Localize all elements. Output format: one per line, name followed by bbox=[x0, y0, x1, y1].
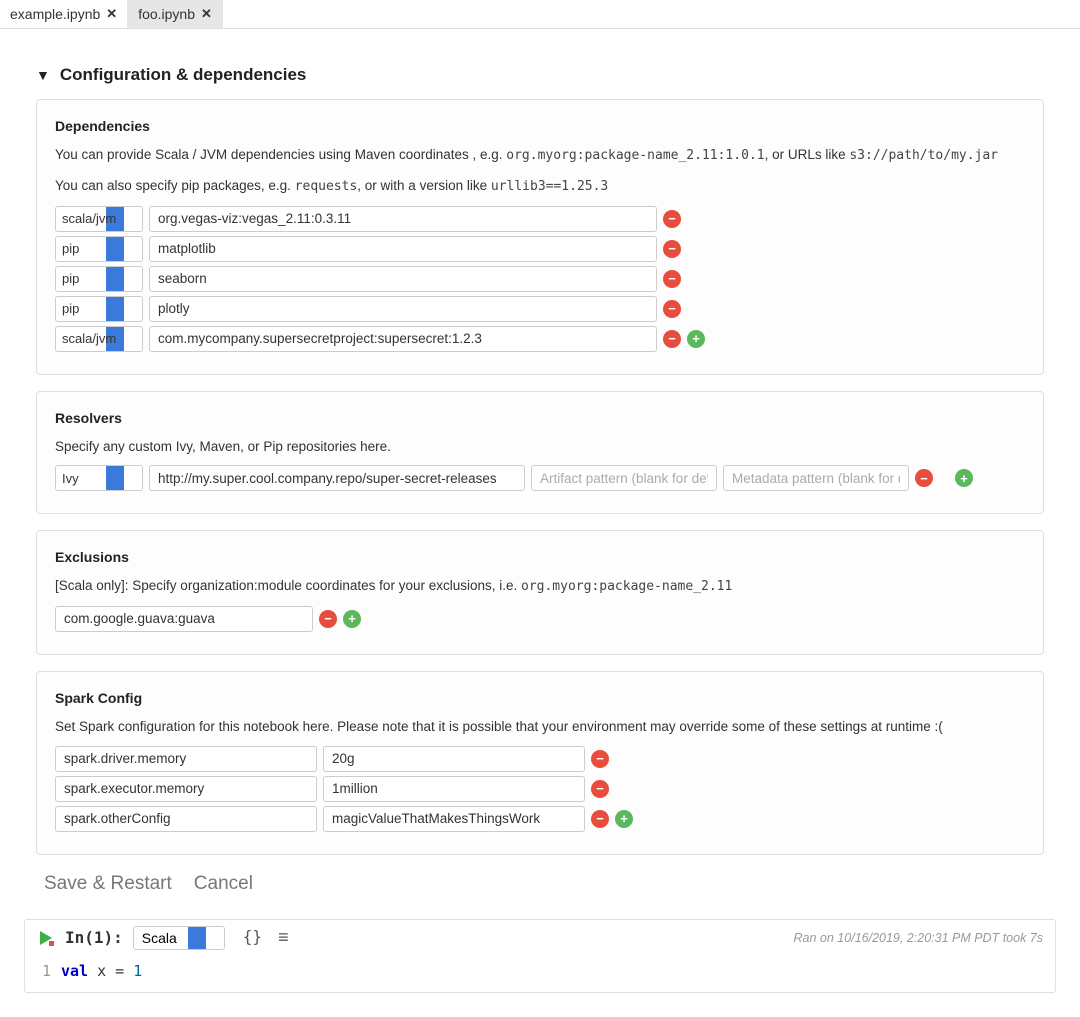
resolvers-title: Resolvers bbox=[55, 410, 1025, 426]
exclusion-input[interactable] bbox=[55, 606, 313, 632]
action-bar: Save & Restart Cancel bbox=[44, 871, 1044, 897]
dependency-value-input[interactable] bbox=[149, 296, 657, 322]
add-icon[interactable]: + bbox=[955, 469, 973, 487]
resolver-metadata-input[interactable] bbox=[723, 465, 909, 491]
cell-prompt: In(1): bbox=[65, 928, 123, 947]
line-number: 1 bbox=[37, 962, 61, 980]
exclusion-row: − + bbox=[55, 606, 1025, 632]
resolvers-panel: Resolvers Specify any custom Ivy, Maven,… bbox=[36, 391, 1044, 515]
dependency-value-input[interactable] bbox=[149, 206, 657, 232]
tab-label: foo.ipynb bbox=[138, 6, 195, 22]
close-icon[interactable]: ✕ bbox=[201, 6, 212, 22]
tab-foo[interactable]: foo.ipynb ✕ bbox=[128, 0, 223, 28]
dependency-type-select[interactable]: pip bbox=[55, 266, 143, 292]
dependency-row: pip − bbox=[55, 236, 1025, 262]
config-section-toggle[interactable]: ▼ Configuration & dependencies bbox=[36, 65, 1044, 85]
run-icon[interactable] bbox=[37, 929, 55, 947]
dependency-row: pip − bbox=[55, 296, 1025, 322]
remove-icon[interactable]: − bbox=[663, 330, 681, 348]
dependency-value-input[interactable] bbox=[149, 266, 657, 292]
spark-value-input[interactable] bbox=[323, 776, 585, 802]
cell-toolbar: In(1): Scala {} ≡ Ran on 10/16/2019, 2:2… bbox=[25, 920, 1055, 956]
dependencies-desc2: You can also specify pip packages, e.g. … bbox=[55, 175, 1025, 198]
remove-icon[interactable]: − bbox=[663, 270, 681, 288]
add-icon[interactable]: + bbox=[343, 610, 361, 628]
remove-icon[interactable]: − bbox=[663, 240, 681, 258]
cell-language-select[interactable]: Scala bbox=[133, 926, 225, 950]
resolver-url-input[interactable] bbox=[149, 465, 525, 491]
spark-row: − bbox=[55, 746, 1025, 772]
code-cell: In(1): Scala {} ≡ Ran on 10/16/2019, 2:2… bbox=[24, 919, 1056, 993]
save-restart-button[interactable]: Save & Restart bbox=[44, 871, 172, 897]
exclusions-desc: [Scala only]: Specify organization:modul… bbox=[55, 575, 1025, 598]
dependency-row: scala/jvm − + bbox=[55, 326, 1025, 352]
spark-key-input[interactable] bbox=[55, 746, 317, 772]
resolver-type-select[interactable]: Ivy bbox=[55, 465, 143, 491]
dependency-value-input[interactable] bbox=[149, 236, 657, 262]
resolver-artifact-input[interactable] bbox=[531, 465, 717, 491]
tab-bar: example.ipynb ✕ foo.ipynb ✕ bbox=[0, 0, 1080, 29]
code-line: val x = 1 bbox=[61, 962, 142, 980]
spark-key-input[interactable] bbox=[55, 806, 317, 832]
dependency-type-select[interactable]: scala/jvm bbox=[55, 326, 143, 352]
spark-row: − bbox=[55, 776, 1025, 802]
spark-value-input[interactable] bbox=[323, 746, 585, 772]
spark-value-input[interactable] bbox=[323, 806, 585, 832]
remove-icon[interactable]: − bbox=[663, 300, 681, 318]
dependency-row: scala/jvm − bbox=[55, 206, 1025, 232]
spark-desc: Set Spark configuration for this noteboo… bbox=[55, 716, 1025, 738]
chevron-down-icon: ▼ bbox=[36, 67, 50, 83]
dependencies-title: Dependencies bbox=[55, 118, 1025, 134]
remove-icon[interactable]: − bbox=[591, 750, 609, 768]
menu-icon[interactable]: ≡ bbox=[278, 927, 289, 948]
remove-icon[interactable]: − bbox=[591, 780, 609, 798]
add-icon[interactable]: + bbox=[615, 810, 633, 828]
spark-panel: Spark Config Set Spark configuration for… bbox=[36, 671, 1044, 855]
add-icon[interactable]: + bbox=[687, 330, 705, 348]
remove-icon[interactable]: − bbox=[591, 810, 609, 828]
spark-title: Spark Config bbox=[55, 690, 1025, 706]
dependencies-desc: You can provide Scala / JVM dependencies… bbox=[55, 144, 1025, 167]
section-title: Configuration & dependencies bbox=[60, 65, 307, 85]
exclusions-panel: Exclusions [Scala only]: Specify organiz… bbox=[36, 530, 1044, 655]
close-icon[interactable]: ✕ bbox=[106, 6, 117, 22]
remove-icon[interactable]: − bbox=[915, 469, 933, 487]
dependency-type-select[interactable]: scala/jvm bbox=[55, 206, 143, 232]
braces-icon[interactable]: {} bbox=[243, 927, 262, 948]
cell-run-info: Ran on 10/16/2019, 2:20:31 PM PDT took 7… bbox=[794, 931, 1043, 945]
remove-icon[interactable]: − bbox=[663, 210, 681, 228]
exclusions-title: Exclusions bbox=[55, 549, 1025, 565]
dependency-type-select[interactable]: pip bbox=[55, 236, 143, 262]
resolver-row: Ivy − + bbox=[55, 465, 1025, 491]
dependency-type-select[interactable]: pip bbox=[55, 296, 143, 322]
code-editor[interactable]: 1 val x = 1 bbox=[25, 956, 1055, 992]
resolvers-desc: Specify any custom Ivy, Maven, or Pip re… bbox=[55, 436, 1025, 458]
cancel-button[interactable]: Cancel bbox=[194, 871, 253, 897]
spark-key-input[interactable] bbox=[55, 776, 317, 802]
dependencies-panel: Dependencies You can provide Scala / JVM… bbox=[36, 99, 1044, 375]
tab-example[interactable]: example.ipynb ✕ bbox=[0, 0, 128, 28]
remove-icon[interactable]: − bbox=[319, 610, 337, 628]
dependency-value-input[interactable] bbox=[149, 326, 657, 352]
spark-row: − + bbox=[55, 806, 1025, 832]
tab-label: example.ipynb bbox=[10, 6, 100, 22]
dependency-row: pip − bbox=[55, 266, 1025, 292]
